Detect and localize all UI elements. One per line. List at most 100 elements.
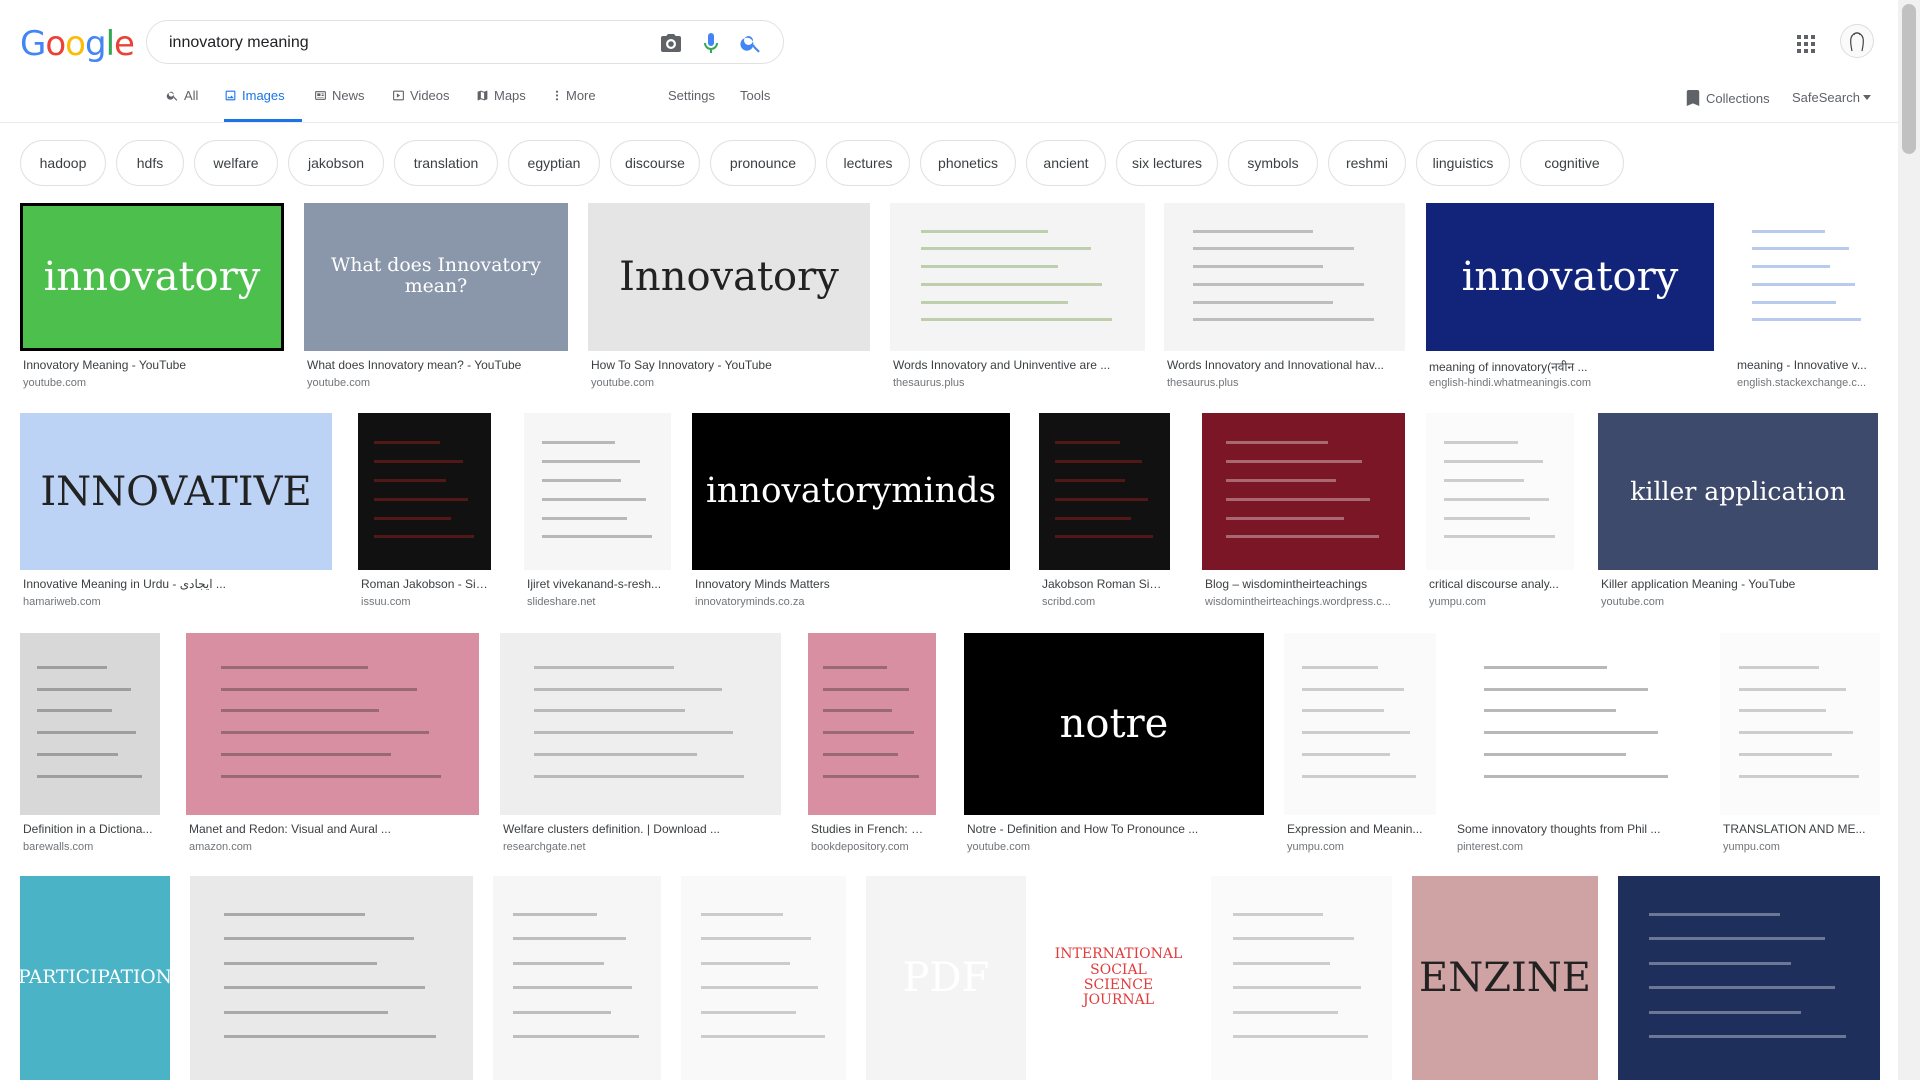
scrollbar[interactable] xyxy=(1898,0,1920,1080)
tab-images[interactable]: Images xyxy=(224,88,302,122)
search-icon[interactable] xyxy=(739,31,763,55)
result-title[interactable]: Ijiret vivekanand-s-resh... xyxy=(527,577,668,591)
result-thumbnail[interactable]: What does Innovatory mean? xyxy=(304,203,568,351)
filter-chip[interactable]: discourse xyxy=(610,140,700,186)
result-title[interactable]: Words Innovatory and Uninventive are ... xyxy=(893,358,1142,372)
filter-chip[interactable]: reshmi xyxy=(1328,140,1406,186)
filter-chip[interactable]: pronounce xyxy=(710,140,816,186)
result-thumbnail[interactable] xyxy=(1618,876,1880,1080)
tab-maps[interactable]: Maps xyxy=(476,88,526,122)
result-source[interactable]: bookdepository.com xyxy=(811,841,933,853)
tab-news[interactable]: News xyxy=(314,88,365,122)
result-source[interactable]: yumpu.com xyxy=(1287,841,1433,853)
filter-chip[interactable]: welfare xyxy=(194,140,278,186)
result-thumbnail[interactable] xyxy=(1164,203,1405,351)
result-title[interactable]: Notre - Definition and How To Pronounce … xyxy=(967,822,1261,836)
result-thumbnail[interactable]: killer application xyxy=(1598,413,1878,570)
result-title[interactable]: Studies in French: Mal... xyxy=(811,822,933,836)
filter-chip[interactable]: cognitive xyxy=(1520,140,1624,186)
result-thumbnail[interactable] xyxy=(190,876,473,1080)
result-source[interactable]: pinterest.com xyxy=(1457,841,1697,853)
settings-link[interactable]: Settings xyxy=(668,88,715,122)
scrollbar-thumb[interactable] xyxy=(1902,4,1916,154)
result-thumbnail[interactable]: PARTICIPATION xyxy=(20,876,170,1080)
result-title[interactable]: TRANSLATION AND ME... xyxy=(1723,822,1877,836)
tab-videos[interactable]: Videos xyxy=(392,88,450,122)
microphone-icon[interactable] xyxy=(699,31,723,55)
result-thumbnail[interactable]: innovatoryminds xyxy=(692,413,1010,570)
result-thumbnail[interactable] xyxy=(1426,413,1574,570)
filter-chip[interactable]: egyptian xyxy=(508,140,600,186)
result-thumbnail[interactable]: INNOVATIVE xyxy=(20,413,332,570)
result-thumbnail[interactable]: innovatory xyxy=(20,203,284,351)
tools-link[interactable]: Tools xyxy=(740,88,770,122)
result-thumbnail[interactable]: ENZINE xyxy=(1412,876,1598,1080)
result-thumbnail[interactable]: PDF xyxy=(866,876,1026,1080)
result-title[interactable]: Words Innovatory and Innovational hav... xyxy=(1167,358,1402,372)
apps-grid-icon[interactable] xyxy=(1796,34,1816,54)
result-thumbnail[interactable] xyxy=(1211,876,1392,1080)
result-source[interactable]: yumpu.com xyxy=(1723,841,1877,853)
tab-more[interactable]: More xyxy=(553,88,596,122)
result-thumbnail[interactable] xyxy=(1284,633,1436,815)
result-thumbnail[interactable] xyxy=(493,876,661,1080)
result-source[interactable]: innovatoryminds.co.za xyxy=(695,596,1007,608)
result-title[interactable]: Innovative Meaning in Urdu - ایجادی ... xyxy=(23,577,329,591)
camera-icon[interactable] xyxy=(659,31,683,55)
result-source[interactable]: english-hindi.whatmeaningis.com xyxy=(1429,377,1711,389)
result-title[interactable]: critical discourse analy... xyxy=(1429,577,1571,591)
tab-all[interactable]: All xyxy=(166,88,198,122)
result-title[interactable]: Definition in a Dictiona... xyxy=(23,822,157,836)
result-source[interactable]: amazon.com xyxy=(189,841,476,853)
result-thumbnail[interactable] xyxy=(500,633,781,815)
result-source[interactable]: youtube.com xyxy=(967,841,1261,853)
result-thumbnail[interactable] xyxy=(1734,203,1880,351)
result-source[interactable]: slideshare.net xyxy=(527,596,668,608)
result-source[interactable]: thesaurus.plus xyxy=(1167,377,1402,389)
result-thumbnail[interactable] xyxy=(1454,633,1700,815)
google-logo[interactable]: Google xyxy=(20,24,135,64)
result-thumbnail[interactable]: notre xyxy=(964,633,1264,815)
result-thumbnail[interactable] xyxy=(20,633,160,815)
result-title[interactable]: Jakobson Roman Six L... xyxy=(1042,577,1167,591)
result-source[interactable]: barewalls.com xyxy=(23,841,157,853)
filter-chip[interactable]: ancient xyxy=(1026,140,1106,186)
result-source[interactable]: english.stackexchange.c... xyxy=(1737,377,1877,389)
filter-chip[interactable]: hdfs xyxy=(116,140,184,186)
result-thumbnail[interactable]: Innovatory xyxy=(588,203,870,351)
filter-chip[interactable]: jakobson xyxy=(288,140,384,186)
result-title[interactable]: Welfare clusters definition. | Download … xyxy=(503,822,778,836)
result-source[interactable]: wisdomintheirteachings.wordpress.c... xyxy=(1205,596,1402,608)
result-source[interactable]: youtube.com xyxy=(591,377,867,389)
result-title[interactable]: Killer application Meaning - YouTube xyxy=(1601,577,1875,591)
filter-chip[interactable]: six lectures xyxy=(1116,140,1218,186)
result-source[interactable]: yumpu.com xyxy=(1429,596,1571,608)
result-thumbnail[interactable] xyxy=(1039,413,1170,570)
result-source[interactable]: issuu.com xyxy=(361,596,488,608)
filter-chip[interactable]: linguistics xyxy=(1416,140,1510,186)
result-thumbnail[interactable] xyxy=(808,633,936,815)
filter-chip[interactable]: lectures xyxy=(826,140,910,186)
search-input[interactable] xyxy=(167,31,641,55)
result-source[interactable]: researchgate.net xyxy=(503,841,778,853)
result-title[interactable]: meaning - Innovative v... xyxy=(1737,358,1877,372)
result-title[interactable]: How To Say Innovatory - YouTube xyxy=(591,358,867,372)
result-thumbnail[interactable] xyxy=(358,413,491,570)
result-thumbnail[interactable] xyxy=(890,203,1145,351)
result-title[interactable]: Blog – wisdomintheirteachings xyxy=(1205,577,1402,591)
result-source[interactable]: scribd.com xyxy=(1042,596,1167,608)
result-title[interactable]: What does Innovatory mean? - YouTube xyxy=(307,358,565,372)
result-title[interactable]: Some innovatory thoughts from Phil ... xyxy=(1457,822,1697,836)
filter-chip[interactable]: phonetics xyxy=(920,140,1016,186)
result-source[interactable]: youtube.com xyxy=(23,377,281,389)
result-title[interactable]: Manet and Redon: Visual and Aural ... xyxy=(189,822,476,836)
result-thumbnail[interactable] xyxy=(186,633,479,815)
result-source[interactable]: youtube.com xyxy=(307,377,565,389)
result-thumbnail[interactable] xyxy=(1202,413,1405,570)
result-title[interactable]: Innovatory Minds Matters xyxy=(695,577,1007,591)
filter-chip[interactable]: hadoop xyxy=(20,140,106,186)
safesearch-dropdown[interactable]: SafeSearch xyxy=(1792,90,1871,105)
result-thumbnail[interactable] xyxy=(524,413,671,570)
collections-link[interactable]: Collections xyxy=(1686,90,1770,106)
result-source[interactable]: youtube.com xyxy=(1601,596,1875,608)
